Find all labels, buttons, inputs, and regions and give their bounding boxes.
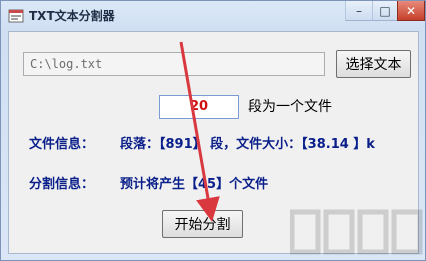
- file-info-value: 段落：【891】 段，文件大小：【38.14 】k: [120, 137, 375, 152]
- file-info-label: 文件信息：: [29, 137, 95, 152]
- window-title: TXT文本分割器: [29, 9, 115, 23]
- split-info-value: 预计将产生【45】个文件: [120, 177, 269, 192]
- start-split-button[interactable]: 开始分割: [162, 210, 243, 238]
- paragraphs-per-file-label: 段为一个文件: [248, 99, 332, 115]
- split-info-label: 分割信息：: [29, 177, 95, 192]
- select-text-button-label: 选择文本: [345, 57, 402, 73]
- maximize-button[interactable]: □: [372, 1, 397, 21]
- paragraphs-per-file-input[interactable]: 20: [159, 95, 239, 119]
- close-icon: ✕: [405, 3, 417, 18]
- start-split-button-label: 开始分割: [174, 217, 231, 233]
- app-icon: [8, 9, 24, 23]
- minimize-icon: –: [356, 3, 362, 18]
- close-button[interactable]: ✕: [397, 1, 425, 21]
- title-bar[interactable]: TXT文本分割器 – □ ✕: [1, 1, 425, 31]
- watermark-logo: [290, 209, 423, 255]
- file-path-input[interactable]: C:\log.txt: [23, 52, 325, 76]
- select-text-button[interactable]: 选择文本: [336, 50, 411, 78]
- minimize-button[interactable]: –: [345, 1, 372, 21]
- maximize-icon: □: [379, 3, 391, 18]
